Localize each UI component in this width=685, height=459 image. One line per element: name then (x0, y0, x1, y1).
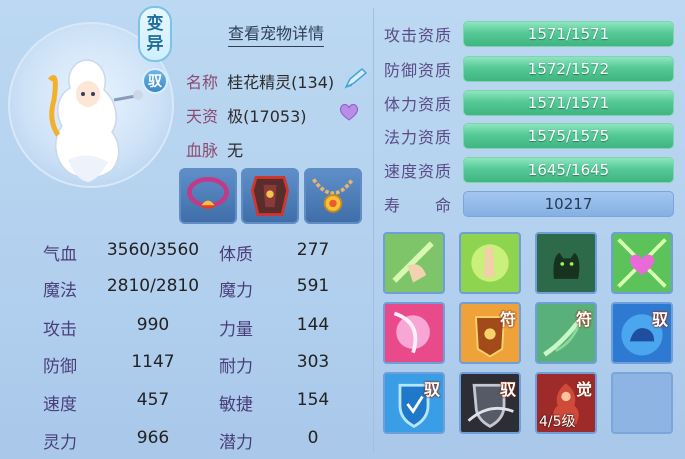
palm-skill[interactable] (459, 232, 521, 294)
attribute-row: 寿 命 10217 (384, 190, 674, 218)
equip-slot-armor[interactable] (241, 168, 299, 224)
pet-name-label: 名称 (186, 73, 219, 92)
cat-skill-icon (537, 234, 595, 292)
blue-beast-skill[interactable]: 驭 (611, 302, 673, 364)
stat-label-secondary: 潜力 (219, 433, 253, 453)
stat-label: 速度 (43, 395, 77, 415)
attribute-row: 体力资质 1571/1571 (384, 89, 674, 117)
pink-swirl-skill[interactable] (383, 302, 445, 364)
shield-skill[interactable]: 驭 (383, 372, 445, 434)
attribute-label: 攻击资质 (384, 26, 453, 45)
equip-slot-collar[interactable] (179, 168, 237, 224)
hand-gesture-skill[interactable] (383, 232, 445, 294)
attribute-bar: 1645/1645 (463, 157, 674, 183)
mutation-badge: 变 异 (138, 6, 172, 62)
heart-icon[interactable] (338, 101, 360, 123)
stat-value: 2810/2810 (106, 276, 200, 296)
stat-label-secondary: 敏捷 (219, 395, 253, 415)
mutation-badge-top: 变 (146, 14, 164, 34)
pet-name-value: 桂花精灵(134) (227, 73, 335, 92)
attribute-row: 法力资质 1575/1575 (384, 122, 674, 150)
stat-value: 966 (136, 428, 170, 448)
pet-blood-value: 无 (227, 141, 244, 160)
stat-label-secondary: 力量 (219, 320, 253, 340)
stat-label: 魔法 (43, 281, 77, 301)
palm-skill-icon (461, 234, 519, 292)
heart-skill[interactable] (611, 232, 673, 294)
skill-tag: 符 (499, 310, 516, 329)
empty-slot[interactable] (611, 372, 673, 434)
stat-value: 3560/3560 (106, 240, 200, 260)
heart-skill-icon (613, 234, 671, 292)
attribute-bar: 1575/1575 (463, 123, 674, 149)
attribute-row: 速度资质 1645/1645 (384, 156, 674, 184)
skill-level: 4/5级 (539, 414, 576, 430)
stat-value-secondary: 591 (296, 276, 330, 296)
pet-blood-row: 血脉 无 (186, 137, 243, 161)
stat-label: 攻击 (43, 320, 77, 340)
view-pet-details-link[interactable]: 查看宠物详情 (228, 20, 325, 47)
stat-value: 457 (136, 390, 170, 410)
pet-panel: 变 异 驭 查看宠物详情 名称 桂花精灵(134) 天资 极(17053) 血脉… (0, 0, 685, 459)
skill-tag: 驭 (499, 380, 516, 399)
attribute-bar: 1571/1571 (463, 21, 674, 47)
attribute-row: 攻击资质 1571/1571 (384, 20, 674, 48)
stat-value-secondary: 144 (296, 315, 330, 335)
skill-tag: 觉 (575, 380, 592, 399)
hand-gesture-skill-icon (385, 234, 443, 292)
attribute-bar: 10217 (463, 191, 674, 217)
pet-talent-value: 极(17053) (227, 107, 307, 126)
pet-portrait (48, 59, 143, 182)
equip-slot-necklace[interactable] (304, 168, 362, 224)
attribute-bar: 1572/1572 (463, 56, 674, 82)
stat-label: 灵力 (43, 433, 77, 453)
pet-talent-row: 天资 极(17053) (186, 103, 307, 127)
collar-equip-icon (187, 176, 229, 209)
necklace-equip-icon (311, 178, 355, 213)
shield-talisman-skill[interactable]: 符 (459, 302, 521, 364)
tame-badge: 驭 (142, 68, 168, 94)
pet-blood-label: 血脉 (186, 141, 219, 160)
pink-swirl-skill-icon (385, 304, 443, 362)
pet-talent-label: 天资 (186, 107, 219, 126)
stat-value-secondary: 277 (296, 240, 330, 260)
attribute-label: 体力资质 (384, 95, 453, 114)
skill-tag: 驭 (423, 380, 440, 399)
skill-tag: 驭 (651, 310, 668, 329)
stat-value-secondary: 0 (307, 428, 319, 448)
stat-label-secondary: 魔力 (219, 281, 253, 301)
stat-label: 防御 (43, 357, 77, 377)
skill-tag: 符 (575, 310, 592, 329)
pet-name-row: 名称 桂花精灵(134) (186, 69, 334, 93)
cat-skill[interactable] (535, 232, 597, 294)
stat-label: 气血 (43, 245, 77, 265)
green-arrow-skill[interactable]: 符 (535, 302, 597, 364)
attribute-label: 寿 命 (384, 196, 453, 215)
attribute-row: 防御资质 1572/1572 (384, 55, 674, 83)
attribute-label: 法力资质 (384, 128, 453, 147)
attribute-label: 速度资质 (384, 162, 453, 181)
stat-value-secondary: 154 (296, 390, 330, 410)
stat-label-secondary: 耐力 (219, 357, 253, 377)
awaken-skill[interactable]: 觉 4/5级 (535, 372, 597, 434)
stat-value: 990 (136, 315, 170, 335)
edit-name-icon[interactable] (342, 67, 368, 91)
stat-label-secondary: 体质 (219, 245, 253, 265)
armor-equip-icon (250, 176, 290, 216)
attribute-bar: 1571/1571 (463, 90, 674, 116)
stat-value: 1147 (131, 352, 175, 372)
attribute-label: 防御资质 (384, 61, 453, 80)
stat-value-secondary: 303 (296, 352, 330, 372)
gray-shield-skill[interactable]: 驭 (459, 372, 521, 434)
panel-divider (373, 8, 374, 453)
mutation-badge-bottom: 异 (146, 34, 164, 54)
